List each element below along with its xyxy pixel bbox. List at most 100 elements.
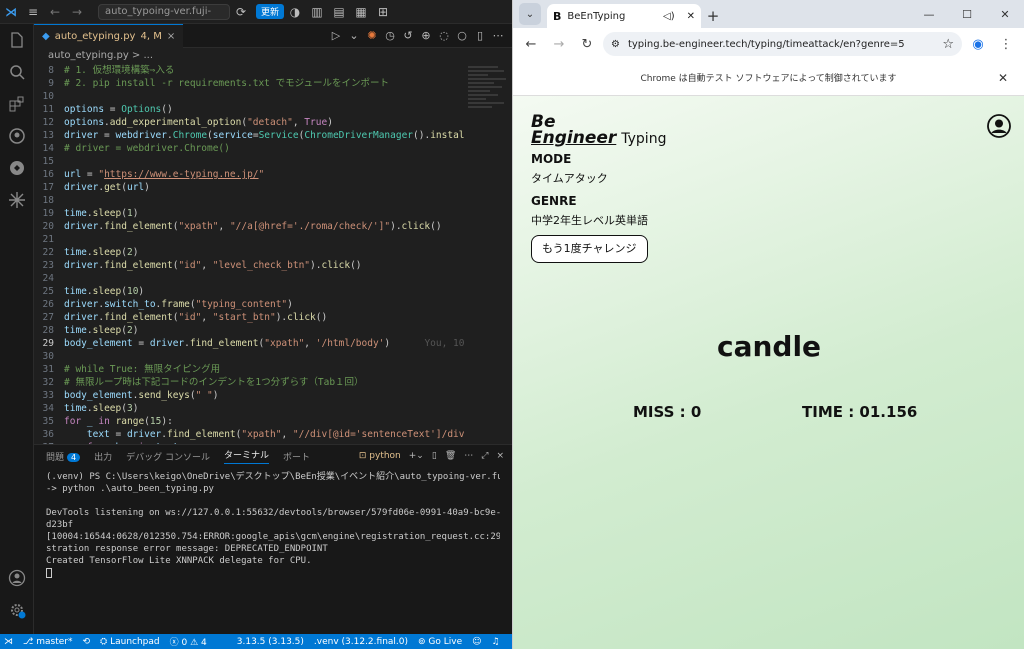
tab-terminal[interactable]: ターミナル [224,448,270,464]
browser-tab-beentyping[interactable]: B BeEnTyping ◁) ✕ [547,4,701,28]
search-icon[interactable] [0,56,34,88]
audio-icon[interactable]: ◁) [663,11,675,22]
profile-icon[interactable]: ◉ [966,32,990,56]
split-editor-icon[interactable]: ▯ [472,29,488,42]
timeline-icon[interactable]: ◷ [382,29,398,42]
code-line[interactable]: 24 [34,272,464,285]
code-line[interactable]: 17 driver.get(url) [34,181,464,194]
back-arrow-icon[interactable]: ← [44,1,66,23]
code-line[interactable]: 18 [34,194,464,207]
command-center-search[interactable]: auto_typoing-ver.fuji- [98,3,230,20]
address-bar[interactable]: ⚙ typing.be-engineer.tech/typing/timeatt… [603,32,962,56]
copilot-status-icon[interactable]: ☺ [472,637,481,647]
infobar-close-icon[interactable]: ✕ [998,71,1008,85]
venv-status[interactable]: .venv (3.12.2.final.0) [314,637,408,647]
tab-search-icon[interactable]: ⌄ [519,3,541,25]
code-line[interactable]: 13 driver = webdriver.Chrome(service=Serv… [34,129,464,142]
tab-debug-console[interactable]: デバッグ コンソール [126,450,210,463]
github-icon[interactable] [0,120,34,152]
code-line[interactable]: 23 driver.find_element("id", "level_check… [34,259,464,272]
trash-icon[interactable]: 🗑 [445,451,456,461]
copilot-sparkle-icon[interactable]: ✺ [364,29,380,42]
run-icon[interactable]: ▷ [328,29,344,42]
sync-icon[interactable]: ⟲ [82,637,90,647]
revert-icon[interactable]: ↺ [400,29,416,42]
code-line[interactable]: 9 # 2. pip install -r requirements.txt でモ… [34,77,464,90]
code-line[interactable]: 22 time.sleep(2) [34,246,464,259]
remote-explorer-icon[interactable] [0,152,34,184]
ai-sparkle-icon[interactable] [0,184,34,216]
tab-auto-etyping[interactable]: ◆ auto_etyping.py 4, M × [34,23,184,48]
code-line[interactable]: 20 driver.find_element("xpath", "//a[@hre… [34,220,464,233]
code-line[interactable]: 12 options.add_experimental_option("detac… [34,116,464,129]
site-info-icon[interactable]: ⚙ [611,39,620,50]
code-line[interactable]: 31 # while True: 無限タイピング用 [34,363,464,376]
branch-status[interactable]: ⎇ master* [23,637,72,647]
launchpad-status[interactable]: ⛭ Launchpad [100,637,160,647]
layout-secondary-icon[interactable]: ▦ [350,1,372,23]
more-icon[interactable]: ⋯ [464,451,473,461]
code-line[interactable]: 11 options = Options() [34,103,464,116]
code-line[interactable]: 30 [34,350,464,363]
forward-icon[interactable]: → [547,32,571,56]
run-dropdown-icon[interactable]: ⌄ [346,29,362,42]
code-line[interactable]: 35 for _ in range(15): [34,415,464,428]
close-window-icon[interactable]: ✕ [986,0,1024,28]
tab-output[interactable]: 出力 [94,450,112,463]
retry-button[interactable]: もう1度チャレンジ [531,235,648,263]
code-line[interactable]: 8 # 1. 仮想環境構築⇒入る [34,64,464,77]
new-terminal-icon[interactable]: +⌄ [409,451,424,461]
maximize-panel-icon[interactable]: ⤢ [481,451,488,461]
code-line[interactable]: 10 [34,90,464,103]
code-line[interactable]: 19 time.sleep(1) [34,207,464,220]
code-line[interactable]: 21 [34,233,464,246]
problems-status[interactable]: ⓧ 0 ⚠ 4 [170,635,207,648]
tab-ports[interactable]: ポート [283,450,310,463]
golive-status[interactable]: ⊚ Go Live [418,637,462,647]
terminal-output[interactable]: (.venv) PS C:\Users\keigo\OneDrive\デスクトッ… [34,467,512,583]
terminal-python-icon[interactable]: ⊡ python [359,451,401,461]
prev-change-icon[interactable]: ◌ [436,29,452,42]
python-version-status[interactable]: 3.13.5 (3.13.5) [237,637,304,647]
more-actions-icon[interactable]: ⋯ [490,29,506,42]
minimap[interactable] [464,64,512,444]
user-avatar-icon[interactable] [987,114,1011,138]
back-icon[interactable]: ← [519,32,543,56]
code-line[interactable]: 32 # 無限ループ時は下記コードのインデントを1つ分ずらす（Tab１回） [34,376,464,389]
code-line[interactable]: 33 body_element.send_keys(" ") [34,389,464,402]
maximize-icon[interactable]: ☐ [948,0,986,28]
code-line[interactable]: 16 url = "https://www.e-typing.ne.jp/" [34,168,464,181]
bookmark-star-icon[interactable]: ☆ [942,37,954,52]
copilot-icon[interactable]: ⟳ [230,1,252,23]
tab-problems[interactable]: 問題 4 [46,450,81,463]
site-logo[interactable]: Be Engineer Typing [531,114,666,148]
reload-icon[interactable]: ↻ [575,32,599,56]
code-line[interactable]: 34 time.sleep(3) [34,402,464,415]
explorer-icon[interactable] [0,24,34,56]
update-button[interactable]: 更新 [256,4,285,19]
code-line[interactable]: 14 # driver = webdriver.Chrome() [34,142,464,155]
bell-icon[interactable]: ♫ [492,637,500,647]
customize-layout-icon[interactable]: ⊞ [372,1,394,23]
tab-close-icon[interactable]: × [167,31,175,42]
code-line[interactable]: 15 [34,155,464,168]
account-icon[interactable] [0,562,34,594]
accounts-toggle-icon[interactable]: ◑ [284,1,306,23]
forward-arrow-icon[interactable]: → [66,1,88,23]
breadcrumb[interactable]: auto_etyping.py > ... [34,48,512,64]
close-panel-icon[interactable]: × [496,451,504,461]
code-line[interactable]: 25 time.sleep(10) [34,285,464,298]
tab-close-icon[interactable]: ✕ [687,11,695,22]
menu-icon[interactable]: ≡ [22,1,44,23]
extensions-icon[interactable] [0,88,34,120]
code-line[interactable]: 27 driver.find_element("id", "start_btn")… [34,311,464,324]
code-line[interactable]: 28 time.sleep(2) [34,324,464,337]
new-tab-icon[interactable]: + [701,4,725,28]
remote-icon[interactable]: ⋊ [4,637,13,647]
layout-sidebar-icon[interactable]: ▥ [306,1,328,23]
layout-panel-icon[interactable]: ▤ [328,1,350,23]
chrome-menu-icon[interactable]: ⋮ [994,32,1018,56]
diff-icon[interactable]: ⊕ [418,29,434,42]
code-line[interactable]: 36 text = driver.find_element("xpath", "… [34,428,464,441]
minimize-icon[interactable]: — [910,0,948,28]
